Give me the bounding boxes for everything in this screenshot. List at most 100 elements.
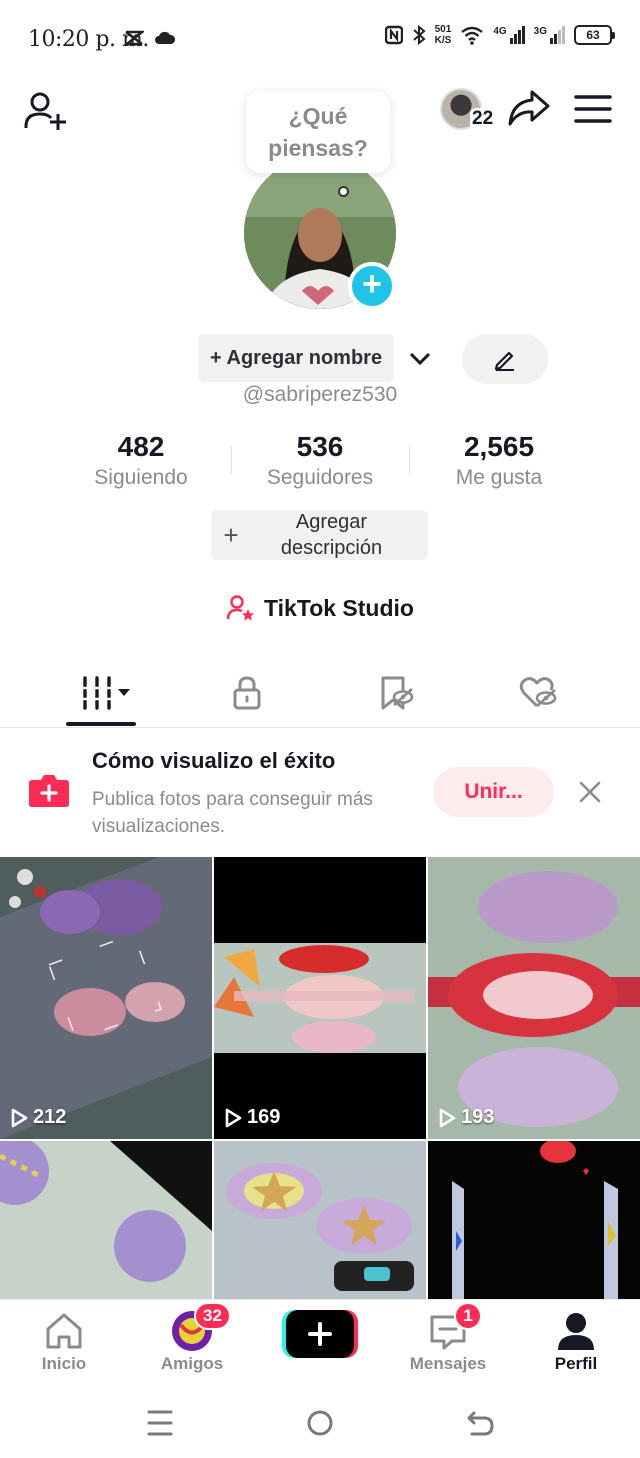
tiktok-studio-link[interactable]: TikTok Studio [0, 594, 640, 622]
profile-stats: 482 Siguiendo 536 Seguidores 2,565 Me gu… [0, 430, 640, 500]
username: @sabriperez530 [242, 383, 398, 406]
nav-messages[interactable]: 1 Mensajes [384, 1300, 512, 1388]
home-circle-icon[interactable] [300, 1407, 340, 1439]
view-count-value: 193 [461, 1106, 495, 1128]
back-icon[interactable] [460, 1407, 500, 1439]
content-tabs [0, 660, 640, 728]
video-thumbnail[interactable]: 212 [0, 857, 212, 1139]
messages-badge: 1 [454, 1302, 482, 1330]
bookmark-hidden-icon [381, 676, 414, 710]
wifi-icon [461, 26, 484, 45]
join-button[interactable]: Unir... [433, 767, 554, 817]
promo-banner: Cómo visualizo el éxito Publica fotos pa… [0, 728, 640, 856]
signal-4g-label: 4G [493, 26, 507, 37]
network-speed: 501 K/S [435, 24, 452, 46]
share-icon[interactable] [506, 86, 552, 132]
nav-home[interactable]: Inicio [0, 1300, 128, 1388]
battery-icon: 63 [574, 25, 615, 45]
close-icon[interactable] [574, 776, 606, 808]
add-description-button[interactable]: + Agregar descripción [211, 510, 428, 560]
status-bar: 10:20 p. m. 501 K/S 4G 3G 63 [0, 0, 640, 78]
nav-profile[interactable]: Perfil [512, 1300, 640, 1388]
stat-followers[interactable]: 536 Seguidores [235, 430, 405, 492]
profile-icon [558, 1313, 594, 1350]
bluetooth-icon [412, 24, 426, 46]
tab-videos[interactable] [46, 660, 166, 726]
battery-level: 63 [586, 28, 600, 42]
stat-divider [231, 446, 232, 474]
following-count: 482 [117, 431, 165, 462]
signal-3g-icon: 3G [534, 26, 565, 44]
capcut-icon [124, 30, 144, 46]
thumbnail-image [0, 1141, 212, 1300]
create-button[interactable] [282, 1310, 358, 1358]
tab-saved[interactable] [336, 660, 456, 726]
network-speed-unit: K/S [434, 35, 452, 46]
add-friend-icon[interactable] [22, 88, 70, 136]
status-right: 501 K/S 4G 3G 63 [384, 24, 615, 46]
nfc-icon [384, 25, 403, 45]
stat-divider [409, 446, 410, 474]
thumbnail-image [0, 857, 212, 1139]
cloud-icon [155, 31, 176, 44]
creator-star-icon [226, 595, 255, 621]
thoughts-bubble-text: ¿Qué piensas? [268, 103, 368, 161]
video-thumbnail[interactable]: 169 [214, 857, 426, 1139]
add-story-button[interactable]: + [348, 262, 396, 310]
stat-following[interactable]: 482 Siguiendo [56, 430, 226, 492]
thumbnail-image [214, 1141, 426, 1300]
chevron-down-icon [410, 352, 431, 366]
nav-home-label: Inicio [41, 1354, 87, 1373]
heart-hidden-icon [519, 677, 557, 708]
thoughts-bubble[interactable]: ¿Qué piensas? [246, 91, 390, 173]
tiktok-studio-label: TikTok Studio [264, 594, 414, 621]
add-description-label: Agregar descripción [280, 511, 383, 559]
friends-count: 22 [470, 108, 496, 130]
signal-4g-icon: 4G [493, 26, 525, 44]
friends-badge: 32 [194, 1302, 231, 1330]
status-left-icons [124, 28, 176, 48]
recent-apps-icon[interactable] [140, 1407, 180, 1439]
video-thumbnail[interactable] [428, 1141, 640, 1300]
nav-friends[interactable]: 32 Amigos [128, 1300, 256, 1388]
edit-profile-button[interactable] [462, 334, 548, 384]
active-tab-indicator [66, 722, 136, 726]
play-icon [11, 1108, 28, 1127]
thumbnail-image [428, 1141, 640, 1300]
grid-filter-icon [82, 676, 130, 710]
friends-activity-button[interactable]: 22 [440, 88, 500, 134]
followers-count: 536 [296, 431, 344, 462]
thumbnail-image [214, 857, 426, 1139]
video-thumbnail[interactable]: 193 [428, 857, 640, 1139]
view-count: 169 [224, 1106, 280, 1129]
signal-3g-label: 3G [533, 26, 547, 37]
promo-subtitle: Publica fotos para conseguir más visuali… [92, 789, 373, 837]
account-switch-chevron[interactable] [400, 338, 440, 378]
system-navigation [0, 1387, 640, 1458]
bottom-nav: Inicio 32 Amigos 1 Mensajes Perfil [0, 1299, 640, 1387]
thumbnail-image [428, 857, 640, 1139]
add-name-button[interactable]: + Agregar nombre [198, 334, 395, 382]
plus-icon: + [223, 519, 239, 550]
view-count-value: 212 [33, 1106, 67, 1128]
play-icon [439, 1108, 456, 1127]
nav-profile-label: Perfil [554, 1354, 598, 1373]
nav-messages-label: Mensajes [409, 1354, 487, 1373]
promo-title: Cómo visualizo el éxito [92, 748, 336, 773]
pencil-icon [494, 351, 514, 371]
video-thumbnail[interactable] [214, 1141, 426, 1300]
video-grid: 212 169 193 [0, 857, 640, 1300]
video-thumbnail[interactable] [0, 1141, 212, 1300]
stat-likes[interactable]: 2,565 Me gusta [414, 430, 584, 492]
menu-icon[interactable] [572, 88, 614, 130]
view-count-value: 169 [247, 1106, 281, 1128]
following-label: Siguiendo [94, 466, 188, 489]
nav-friends-label: Amigos [160, 1354, 224, 1373]
tab-liked[interactable] [478, 660, 598, 726]
status-dot [338, 186, 349, 197]
network-speed-value: 501 [434, 24, 452, 35]
name-row: + Agregar nombre [198, 334, 440, 382]
tab-private[interactable] [187, 660, 307, 726]
view-count: 212 [10, 1106, 66, 1129]
play-icon [225, 1108, 242, 1127]
